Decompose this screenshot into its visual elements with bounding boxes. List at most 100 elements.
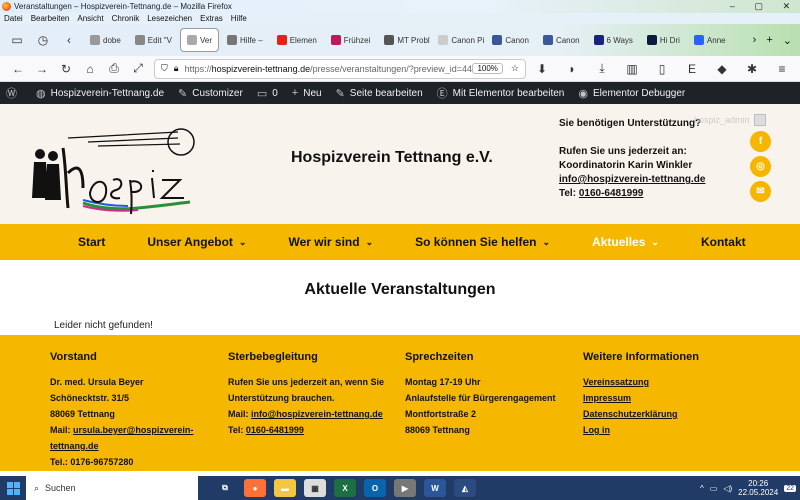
wp-site-link[interactable]: ◍ Hospizverein-Tettnang.de (36, 87, 164, 100)
downloads-icon[interactable]: ⤓ (590, 59, 614, 79)
wp-logo-icon[interactable]: Ⓦ (6, 85, 22, 101)
site-title[interactable]: Hospizverein Tettnang e.V. (291, 149, 493, 167)
url-bar[interactable]: ⛉ 🔒︎ https://hospizverein-tettnang.de/pr… (154, 58, 526, 79)
app-menu-icon[interactable]: ≡ (770, 59, 794, 79)
history-icon[interactable]: ◷ (32, 29, 54, 51)
pocket-icon[interactable]: ◗ (560, 59, 584, 79)
sterbe-mail-link[interactable]: info@hospizverein-tettnang.de (251, 409, 383, 419)
browser-tab[interactable]: dobe (84, 28, 127, 52)
fullscreen-icon[interactable]: ⤢ (126, 59, 150, 79)
link-datenschutz[interactable]: Datenschutzerklärung (583, 409, 678, 419)
print-icon[interactable]: ⎙ (102, 59, 126, 79)
nav-item[interactable]: Start (78, 235, 105, 249)
facebook-icon[interactable]: f (750, 131, 771, 152)
wp-debugger-link[interactable]: ◉ Elementor Debugger (578, 87, 685, 100)
bookmark-star-icon[interactable]: ☆ (511, 63, 519, 74)
menu-datei[interactable]: Datei (4, 14, 23, 23)
library-icon[interactable]: ▥ (620, 59, 644, 79)
chevron-down-icon[interactable]: ⌄ (366, 237, 374, 248)
list-tabs-icon[interactable]: ⌄ (783, 34, 792, 47)
minimize-icon[interactable]: – (730, 1, 735, 12)
chevron-down-icon[interactable]: ⌄ (651, 237, 659, 248)
tray-chevron-icon[interactable]: ^ (700, 484, 704, 493)
contact-email-link[interactable]: info@hospizverein-tettnang.de (559, 174, 705, 185)
extensions-icon[interactable]: ✱ (740, 59, 764, 79)
browser-tab[interactable]: Canon (486, 28, 535, 52)
wp-edit-page-link[interactable]: ✎ Seite bearbeiten (336, 87, 423, 100)
firefox-taskbar-icon[interactable]: ● (244, 479, 266, 497)
close-icon[interactable]: ✕ (783, 1, 791, 12)
menu-ansicht[interactable]: Ansicht (77, 14, 103, 23)
shield-icon[interactable]: ⛉ (161, 63, 168, 74)
menu-chronik[interactable]: Chronik (112, 14, 140, 23)
extension-e-icon[interactable]: E (680, 59, 704, 79)
nav-item[interactable]: Unser Angebot ⌄ (147, 235, 246, 249)
sterbe-tel-link[interactable]: 0160-6481999 (246, 425, 304, 435)
browser-tab[interactable]: Hi Dri (641, 28, 686, 52)
windows-start-icon[interactable] (0, 476, 26, 500)
vorstand-mail-link-cont[interactable]: tettnang.de (50, 441, 99, 451)
nav-item[interactable]: Kontakt (701, 235, 746, 249)
browser-tab[interactable]: Canon Pixm (432, 28, 484, 52)
vorstand-mail-link[interactable]: ursula.beyer@hospizverein- (73, 425, 193, 435)
volume-icon[interactable]: ◁) (723, 484, 732, 493)
extension-ublock-icon[interactable]: ◆ (710, 59, 734, 79)
wp-customizer-link[interactable]: ✎ Customizer (178, 87, 243, 100)
link-vereinssatzung[interactable]: Vereinssatzung (583, 377, 649, 387)
nav-item[interactable]: So können Sie helfen ⌄ (415, 235, 550, 249)
reload-icon[interactable]: ↻ (54, 59, 78, 79)
browser-tab[interactable]: Elemen (271, 28, 323, 52)
task-view-icon[interactable]: ⧉ (214, 479, 236, 497)
browser-tab[interactable]: Canon (537, 28, 586, 52)
word-icon[interactable]: W (424, 479, 446, 497)
link-impressum[interactable]: Impressum (583, 393, 631, 403)
taskbar-search[interactable]: ⌕ Suchen (26, 476, 198, 500)
back-icon[interactable]: ← (6, 59, 30, 79)
menu-extras[interactable]: Extras (200, 14, 223, 23)
mail-icon[interactable]: ✉ (750, 181, 771, 202)
chevron-down-icon[interactable]: ⌄ (239, 237, 247, 248)
app-icon[interactable]: ▦ (304, 479, 326, 497)
browser-tab[interactable]: MT Proble (378, 28, 430, 52)
link-login[interactable]: Log in (583, 425, 610, 435)
network-icon[interactable]: ▭ (710, 484, 718, 493)
new-tab-icon[interactable]: + (766, 34, 772, 47)
chevron-down-icon[interactable]: ⌄ (543, 237, 551, 248)
outlook-icon[interactable]: O (364, 479, 386, 497)
wp-new-link[interactable]: + Neu (292, 87, 322, 99)
sidebar-icon[interactable]: ▯ (650, 59, 674, 79)
maximize-icon[interactable]: ▢ (754, 1, 763, 12)
wp-elementor-link[interactable]: Ⓔ Mit Elementor bearbeiten (437, 85, 565, 101)
instagram-icon[interactable]: ◎ (750, 156, 771, 177)
scroll-tabs-right-icon[interactable]: › (753, 34, 757, 47)
browser-tab[interactable]: Ver (179, 28, 219, 52)
lock-icon[interactable]: 🔒︎ (174, 63, 179, 74)
browser-tab[interactable]: Frühzei (325, 28, 377, 52)
browser-tab[interactable]: Hilfe – (221, 28, 269, 52)
menu-lesezeichen[interactable]: Lesezeichen (147, 14, 192, 23)
excel-icon[interactable]: X (334, 479, 356, 497)
scroll-tabs-left-icon[interactable]: ‹ (58, 29, 80, 51)
menu-bearbeiten[interactable]: Bearbeiten (31, 14, 70, 23)
file-explorer-icon[interactable]: ▬ (274, 479, 296, 497)
forward-icon[interactable]: → (30, 59, 54, 79)
browser-tab[interactable]: Edit "V (129, 28, 178, 52)
tab-manager-icon[interactable]: ▭ (6, 29, 28, 51)
browser-tab[interactable]: 6 Ways (588, 28, 639, 52)
url-text[interactable]: https://hospizverein-tettnang.de/presse/… (185, 64, 473, 74)
media-icon[interactable]: ▶ (394, 479, 416, 497)
hospiz-logo[interactable] (28, 118, 198, 218)
menu-hilfe[interactable]: Hilfe (231, 14, 247, 23)
browser-tab[interactable]: Anne (688, 28, 732, 52)
notification-badge[interactable]: 22 (784, 484, 796, 492)
zoom-level[interactable]: 100% (472, 63, 503, 74)
contact-tel-link[interactable]: 0160-6481999 (579, 188, 644, 199)
save-to-pocket-icon[interactable]: ⬇ (530, 59, 554, 79)
network-app-icon[interactable]: ◭ (454, 479, 476, 497)
nav-item[interactable]: Wer wir sind ⌄ (288, 235, 373, 249)
home-icon[interactable]: ⌂ (78, 59, 102, 79)
nav-item[interactable]: Aktuelles ⌄ (592, 235, 659, 249)
admin-user[interactable]: hospiz_admin (694, 114, 766, 126)
wp-comments-link[interactable]: ▭ 0 (257, 87, 278, 100)
taskbar-clock[interactable]: 20:26 22.05.2024 (738, 479, 778, 497)
